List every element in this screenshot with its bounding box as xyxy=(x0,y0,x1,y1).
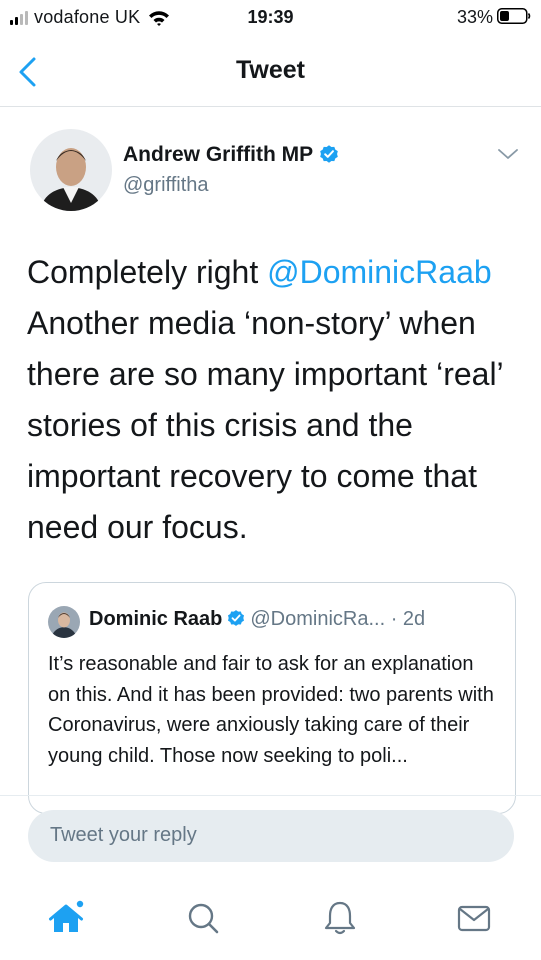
battery-icon xyxy=(497,8,531,24)
quoted-handle: @DominicRa... xyxy=(250,608,386,630)
search-icon[interactable] xyxy=(184,898,224,938)
home-icon[interactable] xyxy=(46,898,86,938)
navigation-bar: Tweet xyxy=(0,38,541,107)
page-title: Tweet xyxy=(236,56,305,84)
reply-placeholder: Tweet your reply xyxy=(50,824,197,846)
quoted-age: 2d xyxy=(402,608,426,630)
quoted-author-name: Dominic Raab xyxy=(89,608,223,630)
author-name[interactable]: Andrew Griffith MP xyxy=(123,143,340,167)
status-bar: vodafone UK 19:39 33% xyxy=(0,0,541,38)
chevron-down-icon[interactable] xyxy=(497,146,519,162)
battery-percent: 33% xyxy=(456,7,493,27)
verified-icon xyxy=(320,145,338,163)
notifications-icon[interactable] xyxy=(320,898,360,938)
quoted-avatar-image xyxy=(48,606,80,638)
author-handle[interactable]: @griffitha xyxy=(123,174,209,197)
reply-input[interactable]: Tweet your reply xyxy=(28,810,514,862)
tweet-text: Completely right @DominicRaab Another me… xyxy=(27,247,527,553)
messages-icon[interactable] xyxy=(454,898,494,938)
quoted-separator: · xyxy=(385,608,403,630)
author-name-text: Andrew Griffith MP xyxy=(123,143,314,166)
avatar-image xyxy=(30,129,112,211)
mention-link[interactable]: @DominicRaab xyxy=(267,254,492,290)
quoted-text: It’s reasonable and fair to ask for an e… xyxy=(48,653,494,767)
divider xyxy=(0,795,541,796)
quoted-author-avatar xyxy=(48,606,80,638)
tweet-text-rest: Another media ‘non-story’ when there are… xyxy=(27,305,503,545)
quoted-verified-icon xyxy=(228,610,245,626)
tab-bar xyxy=(0,884,541,960)
tweet-text-lead: Completely right xyxy=(27,254,268,290)
quoted-header: Dominic Raab @DominicRa... · 2d xyxy=(89,608,425,631)
quoted-tweet-card[interactable]: Dominic Raab @DominicRa... · 2d It’s rea… xyxy=(28,582,516,814)
author-avatar[interactable] xyxy=(30,129,112,211)
